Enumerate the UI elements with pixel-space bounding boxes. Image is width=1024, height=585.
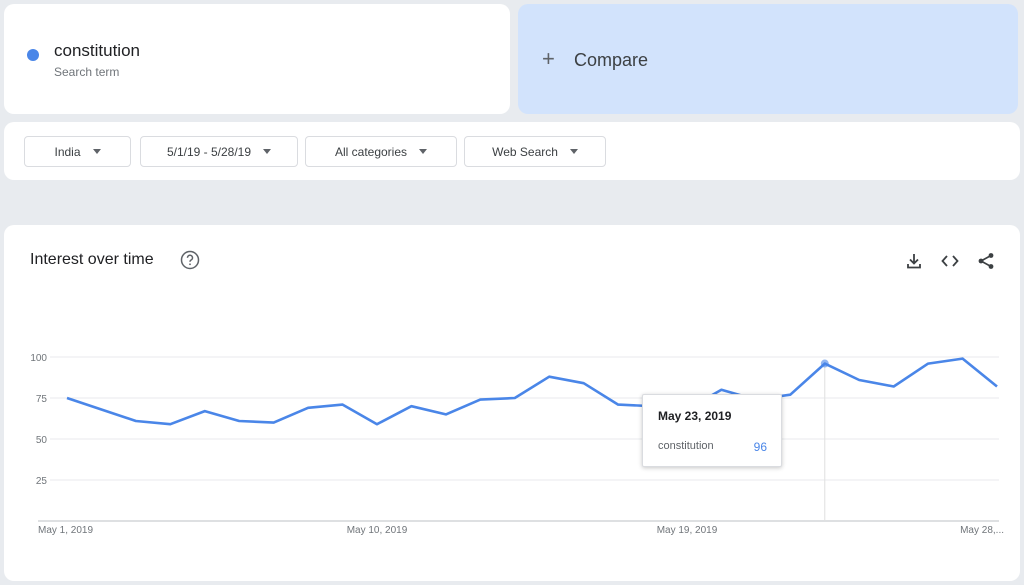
x-tick-label: May 19, 2019 bbox=[657, 525, 718, 536]
filter-bar: India 5/1/19 - 5/28/19 All categories We… bbox=[4, 122, 1020, 180]
x-tick-label: May 1, 2019 bbox=[38, 525, 93, 536]
compare-button[interactable]: + Compare bbox=[518, 4, 1018, 114]
compare-label: Compare bbox=[574, 50, 649, 70]
plus-icon: + bbox=[542, 46, 555, 71]
y-tick-label: 100 bbox=[30, 353, 47, 364]
chevron-down-icon bbox=[263, 149, 272, 154]
help-icon[interactable] bbox=[180, 250, 200, 270]
search-term-subtitle: Search term bbox=[54, 65, 120, 79]
tooltip-term: constitution bbox=[658, 440, 714, 452]
search-term-name[interactable]: constitution bbox=[54, 41, 140, 61]
y-tick-label: 50 bbox=[36, 435, 48, 446]
interest-over-time-chart[interactable]: 25 50 75 100 May 1, 2019 May 10, 2019 May 19, … bbox=[4, 225, 1020, 581]
embed-icon[interactable] bbox=[940, 251, 960, 271]
x-tick-label: May 28,... bbox=[960, 525, 1004, 536]
tooltip-value: 96 bbox=[753, 440, 767, 454]
y-tick-label: 25 bbox=[36, 476, 48, 487]
search-type-dropdown[interactable]: Web Search bbox=[464, 136, 606, 167]
search-term-card[interactable]: constitution Search term bbox=[4, 4, 510, 114]
interest-over-time-card: 25 50 75 100 May 1, 2019 May 10, 2019 May 19, … bbox=[4, 225, 1020, 581]
chevron-down-icon bbox=[419, 149, 428, 154]
x-tick-label: May 10, 2019 bbox=[347, 525, 408, 536]
region-dropdown[interactable]: India bbox=[24, 136, 131, 167]
series-color-dot bbox=[27, 49, 39, 61]
search-type-value: Web Search bbox=[492, 144, 558, 159]
chevron-down-icon bbox=[92, 149, 101, 154]
download-icon[interactable] bbox=[904, 251, 924, 271]
chart-tooltip: May 23, 2019 constitution 96 bbox=[642, 394, 782, 467]
chevron-down-icon bbox=[569, 149, 578, 154]
share-icon[interactable] bbox=[976, 251, 996, 271]
chart-title: Interest over time bbox=[30, 251, 154, 268]
data-point bbox=[820, 359, 829, 368]
y-tick-label: 75 bbox=[36, 394, 48, 405]
category-dropdown[interactable]: All categories bbox=[305, 136, 457, 167]
date-range-value: 5/1/19 - 5/28/19 bbox=[166, 144, 252, 159]
category-value: All categories bbox=[334, 144, 408, 159]
tooltip-date: May 23, 2019 bbox=[658, 409, 732, 423]
region-value: India bbox=[54, 144, 81, 159]
date-range-dropdown[interactable]: 5/1/19 - 5/28/19 bbox=[140, 136, 298, 167]
series-line bbox=[66, 357, 998, 426]
